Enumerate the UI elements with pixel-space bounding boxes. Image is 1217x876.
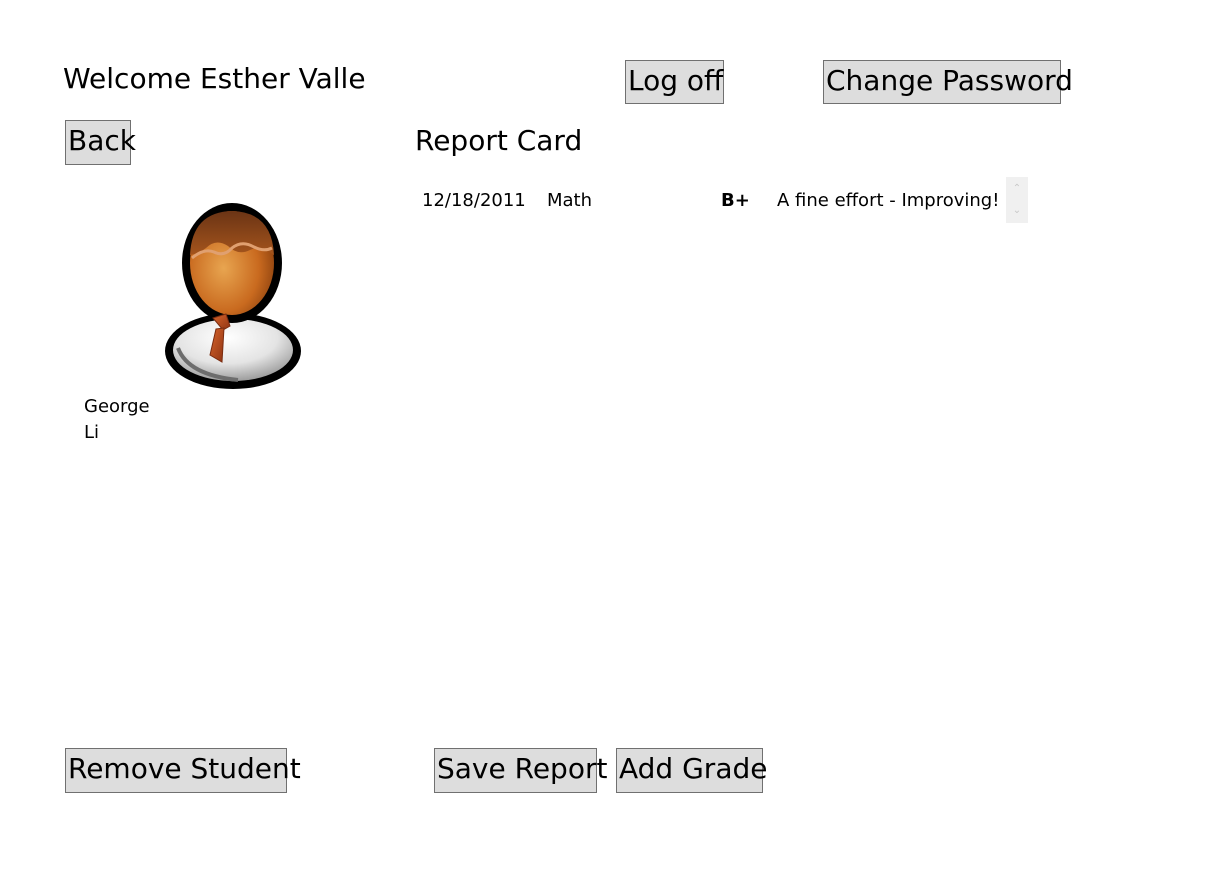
scroll-up-icon[interactable]: ⌃ [1006, 179, 1028, 199]
grades-scrollbar[interactable]: ⌃ ⌄ [1006, 177, 1028, 223]
student-last-name: Li [84, 422, 100, 443]
save-report-button[interactable]: Save Report [434, 748, 607, 793]
change-password-button[interactable]: Change Password [823, 60, 1073, 104]
report-card-title: Report Card [415, 124, 583, 157]
scroll-down-icon[interactable]: ⌄ [1006, 201, 1028, 221]
logoff-button[interactable]: Log off [625, 60, 724, 104]
grade-subject: Math [547, 190, 593, 211]
grade-date: 12/18/2011 [422, 190, 526, 211]
add-grade-button[interactable]: Add Grade [616, 748, 767, 793]
grade-comment: A fine effort - Improving! [777, 190, 1000, 211]
grade-row[interactable]: 12/18/2011 Math B+ A fine effort - Impro… [420, 177, 1030, 223]
remove-student-button[interactable]: Remove Student [65, 748, 301, 793]
back-button[interactable]: Back [65, 120, 136, 165]
student-avatar-icon [158, 200, 306, 394]
grade-value: B+ [721, 190, 750, 211]
student-first-name: George [84, 396, 150, 417]
student-name: George Li [84, 394, 164, 446]
welcome-text: Welcome Esther Valle [63, 62, 366, 95]
